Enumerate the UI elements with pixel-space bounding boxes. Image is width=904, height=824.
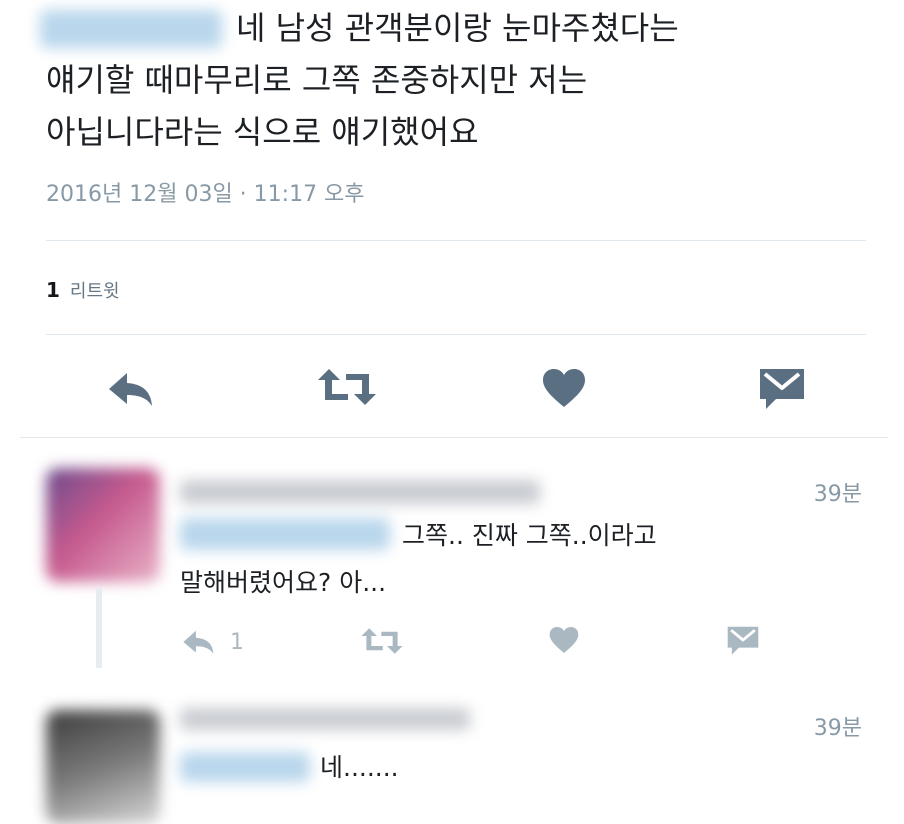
message-icon	[760, 369, 804, 409]
tweet-line-3: 아닙니다라는 식으로 얘기했어요	[46, 113, 479, 151]
reply-button[interactable]: 1	[180, 628, 244, 656]
like-icon	[543, 369, 585, 407]
like-icon	[549, 627, 579, 653]
blurred-username[interactable]	[180, 480, 540, 504]
reply-text-line-1: 네.......	[320, 753, 399, 782]
reply-text-line-2: 말해버렸어요? 아...	[180, 568, 387, 597]
avatar[interactable]	[46, 710, 160, 824]
message-button[interactable]	[752, 362, 812, 414]
retweet-stats[interactable]: 1 리트윗	[46, 277, 120, 303]
divider	[46, 240, 866, 241]
blurred-mention[interactable]	[180, 752, 310, 782]
tweet-line-2: 얘기할 때마무리로 그쪽 존중하지만 저는	[46, 61, 588, 99]
retweet-label: 리트윗	[69, 281, 120, 302]
retweet-icon	[318, 369, 376, 405]
reply-count: 1	[230, 629, 244, 655]
reply-time: 39분	[813, 482, 862, 507]
reply-icon	[109, 373, 152, 406]
blurred-mention[interactable]	[180, 518, 390, 550]
reply-icon	[183, 630, 214, 654]
retweet-button[interactable]	[312, 362, 382, 412]
reply-time: 39분	[813, 716, 862, 741]
message-button[interactable]	[726, 624, 760, 656]
tweet-line-1: 네 남성 관객분이랑 눈마주쳤다는	[236, 9, 679, 47]
reply-tweet[interactable]: 39분 네.......	[0, 690, 904, 824]
retweet-icon	[361, 628, 403, 654]
reply-tweet[interactable]: 39분 그쪽.. 진짜 그쪽..이라고 말해버렸어요? 아... 1	[0, 438, 904, 688]
tweet-timestamp: 2016년 12월 03일 · 11:17 오후	[46, 182, 365, 207]
divider	[46, 334, 866, 335]
retweet-count: 1	[46, 278, 60, 302]
reply-button[interactable]	[100, 364, 160, 414]
blurred-username[interactable]	[180, 708, 470, 730]
avatar[interactable]	[46, 468, 160, 582]
reply-text-line-1: 그쪽.. 진짜 그쪽..이라고	[402, 521, 657, 550]
like-button[interactable]	[534, 362, 594, 414]
tweet-text: 네 남성 관객분이랑 눈마주쳤다는 얘기할 때마무리로 그쪽 존중하지만 저는 …	[46, 2, 679, 158]
message-icon	[727, 626, 759, 655]
retweet-button[interactable]	[360, 626, 404, 656]
thread-line	[96, 588, 102, 668]
like-button[interactable]	[549, 626, 579, 654]
